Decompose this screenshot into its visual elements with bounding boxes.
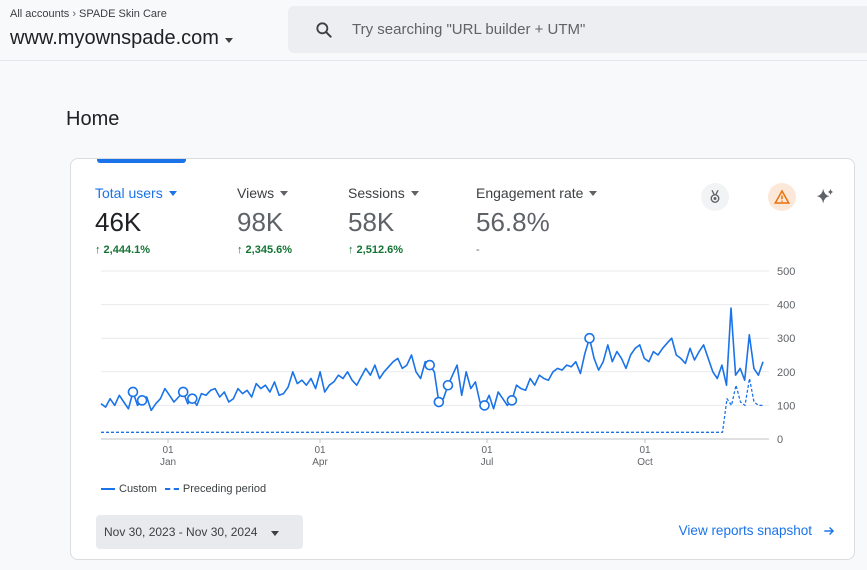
page-title: Home [66,108,120,130]
series-line-custom [100,307,764,412]
metric-change: ↑ 2,345.6% [237,244,293,256]
annotation-marker[interactable] [177,386,189,398]
annotation-marker[interactable] [433,396,445,408]
x-tick-month: Oct [637,457,653,468]
breadcrumb-account[interactable]: SPADE Skin Care [79,8,167,20]
arrow-right-icon [824,526,835,535]
metric-change: - [476,244,480,256]
property-selector[interactable]: www.myownspade.com [10,27,233,50]
annotation-marker[interactable] [506,395,518,406]
metric-label: Views [237,185,275,201]
y-tick-label: 200 [777,367,795,379]
warning-icon[interactable] [768,183,796,211]
search-icon [316,21,332,38]
annotation-marker[interactable] [187,393,198,404]
insights-medal-icon[interactable] [701,183,729,211]
metric-label: Total users [95,185,163,201]
view-reports-snapshot-link[interactable]: View reports snapshot [679,523,836,538]
metric-value: 56.8% [476,207,550,237]
metric-views[interactable]: Views 98K ↑ 2,345.6% [237,185,292,256]
metric-sessions[interactable]: Sessions 58K ↑ 2,512.6% [348,185,419,256]
chart-legend: Custom Preceding period [101,483,266,495]
metric-label: Sessions [348,185,405,201]
sparkle-icon[interactable] [811,183,839,211]
x-tick-day: 01 [639,445,651,456]
x-tick-day: 01 [481,445,493,456]
chevron-down-icon [410,190,419,196]
annotation-marker[interactable] [584,332,595,344]
users-line-chart: 500400300200100001Jan01Apr01Jul01Oct [100,266,795,468]
legend-item-preceding: Preceding period [164,483,266,495]
top-bar: All accounts › SPADE Skin Care www.myown… [0,0,867,61]
annotation-marker[interactable] [424,359,436,371]
metric-value: 46K [95,207,142,237]
y-tick-label: 400 [777,300,795,312]
breadcrumb-separator: › [72,8,76,20]
snapshot-link-label: View reports snapshot [678,523,812,538]
x-tick-month: Jul [481,457,494,468]
search-bar[interactable] [288,6,867,53]
date-range-label: Nov 30, 2023 - Nov 30, 2024 [104,525,258,539]
legend-item-custom: Custom [101,483,157,495]
chevron-down-icon [168,190,177,196]
metric-total-users[interactable]: Total users 46K ↑ 2,444.1% [95,185,177,256]
chevron-down-icon [224,37,233,43]
x-tick-day: 01 [314,445,326,456]
metric-label: Engagement rate [476,185,584,201]
y-tick-label: 500 [777,266,795,278]
chevron-down-icon [271,531,280,536]
date-range-selector[interactable]: Nov 30, 2023 - Nov 30, 2024 [96,515,303,549]
property-name: www.myownspade.com [10,27,219,49]
y-tick-label: 300 [777,333,795,345]
annotation-marker[interactable] [127,386,139,398]
metric-change: ↑ 2,512.6% [348,244,404,256]
metric-engagement-rate[interactable]: Engagement rate 56.8% - [476,185,598,256]
metric-value: 98K [237,207,284,237]
metric-value: 58K [348,207,395,237]
x-tick-month: Apr [312,457,328,468]
overview-card: Total users 46K ↑ 2,444.1% Views 98K ↑ 2… [70,158,855,560]
annotation-marker[interactable] [479,400,490,411]
annotation-marker[interactable] [442,379,454,391]
y-tick-label: 100 [777,400,795,412]
search-input[interactable] [350,20,834,39]
x-tick-day: 01 [162,445,174,456]
breadcrumb: All accounts › SPADE Skin Care [10,8,167,20]
chevron-down-icon [589,190,598,196]
y-tick-label: 0 [777,434,783,446]
active-tab-indicator [97,159,186,163]
chevron-down-icon [280,190,289,196]
breadcrumb-all-accounts[interactable]: All accounts [10,8,69,20]
annotation-marker[interactable] [136,395,148,406]
metric-change: ↑ 2,444.1% [95,244,151,256]
x-tick-month: Jan [160,457,176,468]
